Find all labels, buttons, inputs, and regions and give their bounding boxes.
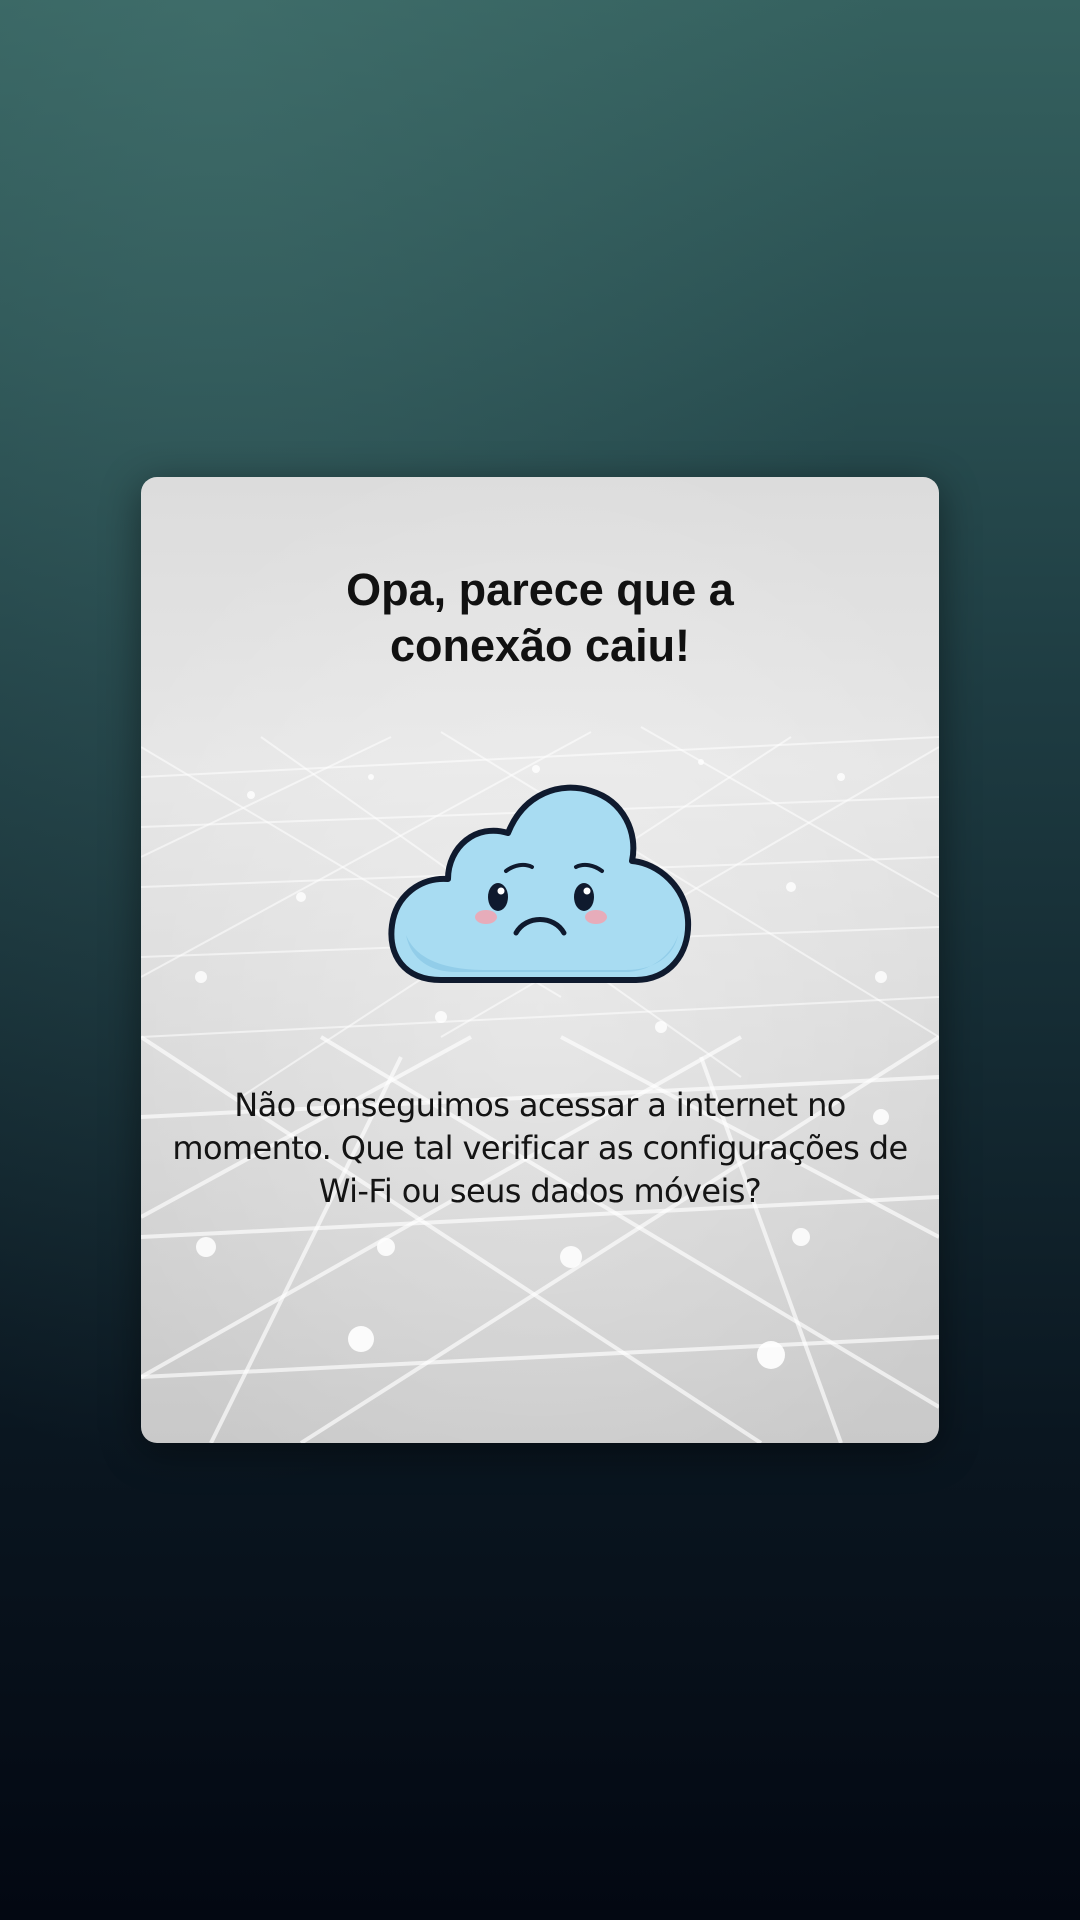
page-title: Opa, parece que a conexão caiu! — [346, 564, 734, 671]
sad-cloud-icon — [388, 784, 692, 983]
no-connection-card: Opa, parece que a conexão caiu! Não cons… — [141, 477, 939, 1443]
error-message: Não conseguimos acessar a internet no mo… — [172, 1086, 908, 1210]
